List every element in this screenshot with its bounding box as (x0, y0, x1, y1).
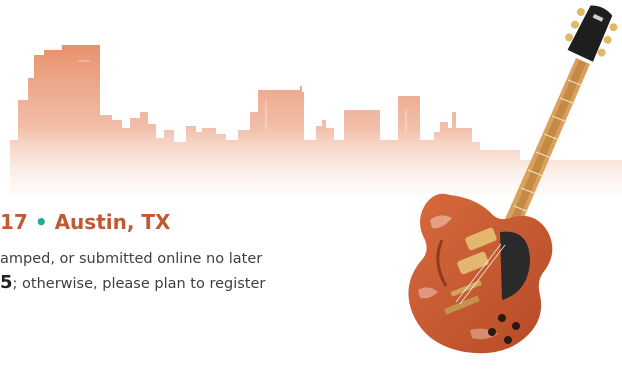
notice-line-2-text: ; otherwise, please plan to register (12, 276, 266, 292)
electric-guitar-illustration (408, 5, 618, 354)
notice-line-1: amped, or submitted online no later (0, 251, 263, 267)
headline-year-fragment: 17 (0, 210, 28, 234)
guitar-headstock (565, 5, 618, 62)
event-banner: 17 • Austin, TX amped, or submitted onli… (0, 0, 622, 369)
event-headline: 17 • Austin, TX (0, 208, 170, 236)
headline-separator-dot: • (34, 210, 48, 234)
guitar-body (408, 193, 553, 354)
registration-notice: amped, or submitted online no later 5; o… (0, 247, 360, 296)
notice-date-fragment: 5 (0, 272, 13, 293)
notice-line-2: 5; otherwise, please plan to register (0, 271, 360, 296)
headline-location: Austin, TX (54, 210, 171, 234)
